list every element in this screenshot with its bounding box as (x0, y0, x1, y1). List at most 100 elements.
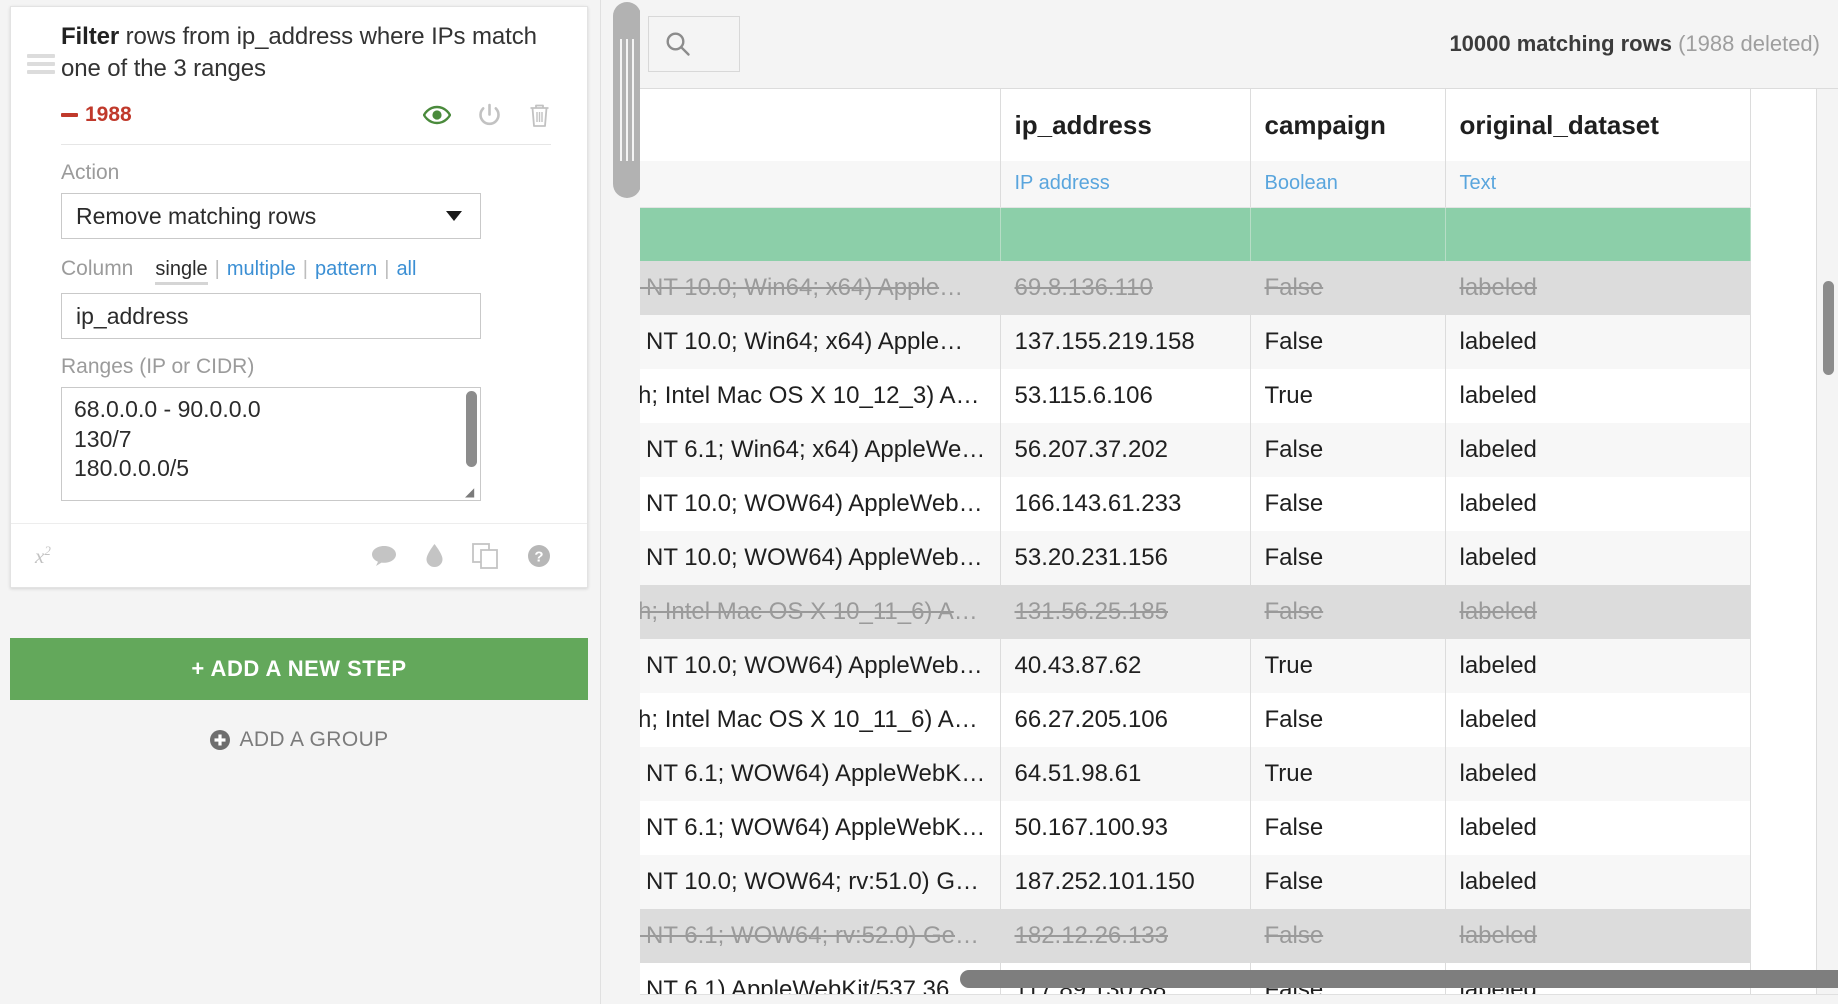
table-cell[interactable]: (Windows NT 6.1; Win64; x64) AppleWe… (640, 423, 1001, 477)
table-cell[interactable]: False (1250, 423, 1446, 477)
table-cell[interactable]: 131.56.25.185 (1000, 585, 1251, 639)
table-cell[interactable]: False (1250, 477, 1446, 531)
table-cell[interactable]: 64.51.98.61 (1000, 747, 1251, 801)
eye-icon[interactable] (423, 105, 451, 125)
table-cell[interactable]: 69.8.136.110 (1000, 261, 1251, 315)
column-type-2[interactable]: Boolean (1250, 161, 1446, 208)
table-cell[interactable]: labeled (1445, 693, 1751, 747)
trash-icon[interactable] (528, 103, 551, 128)
table-cell[interactable]: False (1250, 801, 1446, 855)
column-type-3[interactable]: Text (1445, 161, 1751, 208)
table-cell[interactable]: (Windows NT 10.0; Win64; x64) AppleW… (640, 261, 1001, 315)
table-cell[interactable]: False (1250, 531, 1446, 585)
table-cell[interactable]: labeled (1445, 639, 1751, 693)
table-row[interactable]: (Macintosh; Intel Mac OS X 10_11_6) Ap…1… (640, 585, 1751, 639)
table-cell[interactable]: (Windows NT 10.0; Win64; x64) AppleW… (640, 315, 1001, 369)
duplicate-icon[interactable] (472, 542, 499, 569)
table-cell[interactable]: (Macintosh; Intel Mac OS X 10_11_6) Ap… (640, 585, 1001, 639)
table-row[interactable]: (Windows NT 10.0; Win64; x64) AppleW…69.… (640, 261, 1751, 315)
table-cell[interactable]: (Macintosh; Intel Mac OS X 10_12_3) Ap… (640, 369, 1001, 423)
table-row[interactable]: (Macintosh; Intel Mac OS X 10_11_6) Ap…6… (640, 693, 1751, 747)
table-cell[interactable]: labeled (1445, 423, 1751, 477)
table-cell[interactable]: (Windows NT 10.0; WOW64) AppleWebK… (640, 531, 1001, 585)
column-header-3[interactable]: original_dataset (1445, 89, 1751, 161)
table-cell[interactable]: False (1250, 909, 1446, 963)
table-cell[interactable]: labeled (1445, 855, 1751, 909)
table-cell[interactable]: 53.20.231.156 (1000, 531, 1251, 585)
table-cell[interactable]: True (1250, 369, 1446, 423)
table-cell[interactable]: (Windows NT 6.1; WOW64) AppleWebKit… (640, 801, 1001, 855)
table-row[interactable]: (Windows NT 6.1; Win64; x64) AppleWe…56.… (640, 423, 1751, 477)
table-cell[interactable]: (Windows NT 10.0; WOW64) AppleWebK… (640, 477, 1001, 531)
column-header-1[interactable]: ip_address (1000, 89, 1251, 161)
table-cell[interactable]: labeled (1445, 801, 1751, 855)
drag-handle-icon[interactable] (27, 54, 55, 74)
comment-icon[interactable] (371, 545, 397, 567)
table-cell[interactable]: 182.12.26.133 (1000, 909, 1251, 963)
vertical-scrollbar[interactable] (1823, 281, 1834, 375)
column-input[interactable]: ip_address (61, 293, 481, 340)
ranges-textarea-scrollbar[interactable] (466, 391, 477, 468)
search-input[interactable] (648, 16, 740, 72)
table-cell[interactable]: False (1250, 315, 1446, 369)
table-cell[interactable]: labeled (1445, 315, 1751, 369)
table-row[interactable]: (Macintosh; Intel Mac OS X 10_12_3) Ap…5… (640, 369, 1751, 423)
column-header-0[interactable]: t (640, 89, 1001, 161)
column-mode-all[interactable]: all (396, 258, 416, 281)
table-cell[interactable]: 50.167.100.93 (1000, 801, 1251, 855)
table-cell[interactable]: False (1250, 261, 1446, 315)
table-row[interactable]: (Windows NT 10.0; WOW64; rv:51.0) Gec…18… (640, 855, 1751, 909)
table-row[interactable]: (Windows NT 10.0; WOW64) AppleWebK…166.1… (640, 477, 1751, 531)
table-row[interactable]: (Windows NT 6.1; WOW64) AppleWebKit…64.5… (640, 747, 1751, 801)
table-cell[interactable]: 137.155.219.158 (1000, 315, 1251, 369)
table-cell[interactable]: 53.115.6.106 (1000, 369, 1251, 423)
column-type-1[interactable]: IP address (1000, 161, 1251, 208)
add-group-button[interactable]: ADD A GROUP (10, 718, 588, 762)
table-cell[interactable]: 56.207.37.202 (1000, 423, 1251, 477)
table-cell[interactable]: False (1250, 855, 1446, 909)
column-header-2[interactable]: campaign (1250, 89, 1446, 161)
column-type-0[interactable] (640, 161, 1001, 208)
table-cell[interactable]: labeled (1445, 747, 1751, 801)
table-cell[interactable]: labeled (1445, 909, 1751, 963)
column-mode-multiple[interactable]: multiple (227, 258, 296, 281)
table-cell[interactable]: (Windows NT 10.0; WOW64; rv:51.0) Gec… (640, 855, 1001, 909)
table-cell[interactable]: False (1250, 693, 1446, 747)
power-icon[interactable] (477, 103, 502, 128)
table-cell[interactable]: labeled (1445, 369, 1751, 423)
table-cell[interactable]: 66.27.205.106 (1000, 693, 1251, 747)
table-cell[interactable]: True (1250, 747, 1446, 801)
add-new-step-button[interactable]: + ADD A NEW STEP (10, 638, 588, 700)
action-label: Action (61, 161, 120, 185)
horizontal-scrollbar[interactable] (960, 970, 1838, 988)
resize-grip-icon[interactable]: ◢ (465, 486, 478, 499)
table-cell[interactable]: (Windows NT 6.1; WOW64; rv:52.0) Geck… (640, 909, 1001, 963)
splitter-handle[interactable] (613, 2, 641, 198)
table-cell[interactable]: labeled (1445, 261, 1751, 315)
column-mode-pattern[interactable]: pattern (315, 258, 377, 281)
table-cell[interactable]: False (1250, 585, 1446, 639)
droplet-icon[interactable] (425, 543, 444, 568)
table-row[interactable]: (Windows NT 10.0; WOW64) AppleWebK…40.43… (640, 639, 1751, 693)
table-cell[interactable]: labeled (1445, 585, 1751, 639)
action-select[interactable]: Remove matching rows (61, 193, 481, 240)
table-cell[interactable]: 187.252.101.150 (1000, 855, 1251, 909)
table-cell[interactable]: (Windows NT 6.1; WOW64) AppleWebKit… (640, 747, 1001, 801)
table-row[interactable]: (Windows NT 10.0; Win64; x64) AppleW…137… (640, 315, 1751, 369)
table-row[interactable]: (Windows NT 6.1; WOW64) AppleWebKit…50.1… (640, 801, 1751, 855)
help-icon[interactable]: ? (527, 544, 551, 568)
panel-splitter[interactable] (600, 0, 641, 1004)
formula-toggle-icon[interactable]: x2 (35, 543, 51, 569)
table-cell[interactable]: 166.143.61.233 (1000, 477, 1251, 531)
table-cell[interactable]: True (1250, 639, 1446, 693)
table-row[interactable]: (Windows NT 10.0; WOW64) AppleWebK…53.20… (640, 531, 1751, 585)
table-cell[interactable]: (Windows NT 10.0; WOW64) AppleWebK… (640, 639, 1001, 693)
filter-step-card[interactable]: Filter rows from ip_address where IPs ma… (10, 6, 588, 589)
ranges-textarea[interactable]: 68.0.0.0 - 90.0.0.0 130/7 180.0.0.0/5 ◢ (61, 387, 481, 502)
column-mode-single[interactable]: single (155, 258, 208, 286)
table-cell[interactable]: labeled (1445, 531, 1751, 585)
table-cell[interactable]: 40.43.87.62 (1000, 639, 1251, 693)
table-cell[interactable]: (Macintosh; Intel Mac OS X 10_11_6) Ap… (640, 693, 1001, 747)
table-row[interactable]: (Windows NT 6.1; WOW64; rv:52.0) Geck…18… (640, 909, 1751, 963)
table-cell[interactable]: labeled (1445, 477, 1751, 531)
